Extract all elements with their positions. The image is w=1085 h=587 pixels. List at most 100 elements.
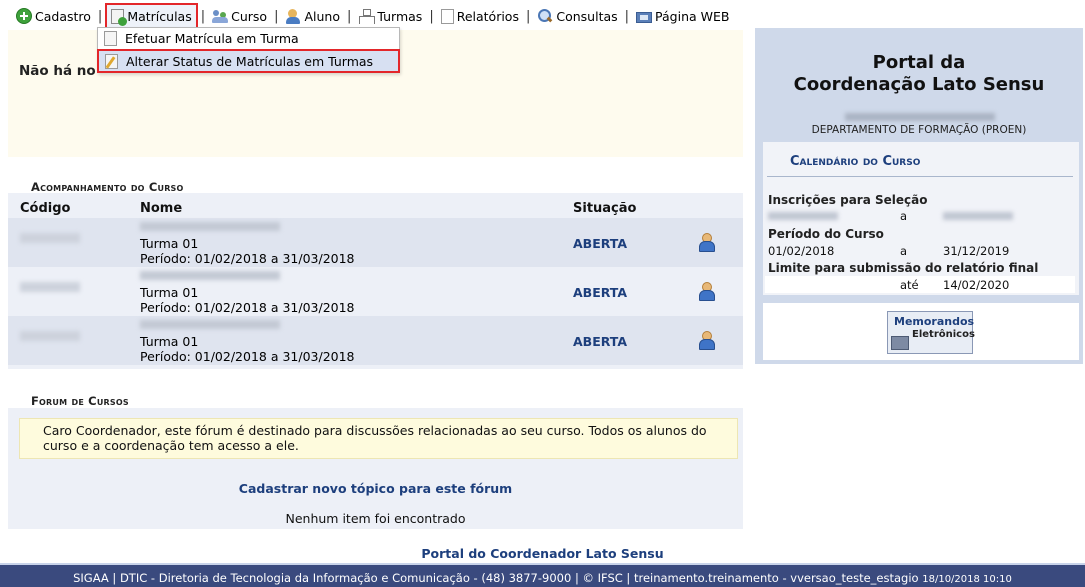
menu-aluno[interactable]: Aluno <box>281 4 344 28</box>
courses-section-title: Acompanhamento do Curso <box>31 180 184 194</box>
computer-icon <box>891 336 909 350</box>
matriculas-dropdown: Efetuar Matrícula em Turma Alterar Statu… <box>97 27 400 73</box>
periodo-end: 31/12/2019 <box>943 244 1010 258</box>
web-page-icon <box>636 11 653 23</box>
menu-relatorios-label: Relatórios <box>456 8 519 24</box>
redacted-date <box>943 212 1013 220</box>
inscricoes-separator: a <box>900 209 908 223</box>
dropdown-item-alterar-status[interactable]: Alterar Status de Matrículas em Turmas <box>97 49 400 73</box>
notice-text: Não há no <box>19 63 96 79</box>
limite-separator: até <box>900 278 919 292</box>
menu-separator: | <box>200 8 206 24</box>
portal-title: Portal da Coordenação Lato Sensu <box>755 52 1083 96</box>
menu-separator: | <box>97 8 103 24</box>
footer-timestamp: 18/10/2018 10:10 <box>922 574 1012 585</box>
forum-message: Caro Coordenador, este fórum é destinado… <box>19 418 738 459</box>
redacted-code <box>20 233 80 243</box>
menu-aluno-label: Aluno <box>304 8 340 24</box>
org-tree-icon <box>358 8 376 24</box>
menu-matriculas[interactable]: Matrículas <box>105 3 198 29</box>
menu-separator: | <box>346 8 352 24</box>
menu-curso-label: Curso <box>231 8 268 24</box>
memo-label-line2: Eletrônicos <box>912 329 975 340</box>
periodo-separator: a <box>900 244 908 258</box>
dropdown-item-label: Alterar Status de Matrículas em Turmas <box>126 53 374 69</box>
forum-section-title: Forum de Cursos <box>31 394 129 408</box>
divider <box>767 176 1073 177</box>
limite-date: 14/02/2020 <box>943 278 1010 292</box>
people-icon <box>212 8 229 24</box>
table-row: Turma 01 Período: 01/02/2018 a 31/03/201… <box>8 267 743 316</box>
portal-link-container: Portal do Coordenador Lato Sensu <box>0 546 1085 561</box>
footer: SIGAA | DTIC - Diretoria de Tecnologia d… <box>0 563 1085 587</box>
calendar-box: Calendário do Curso Inscrições para Sele… <box>763 142 1079 295</box>
department-name: DEPARTAMENTO DE FORMAÇÃO (PROEN) <box>811 124 1027 136</box>
portal-title-line2: Coordenação Lato Sensu <box>793 74 1045 95</box>
footer-text: SIGAA | DTIC - Diretoria de Tecnologia d… <box>73 571 919 585</box>
forum-box: Caro Coordenador, este fórum é destinado… <box>8 408 743 529</box>
menu-consultas-label: Consultas <box>556 8 618 24</box>
redacted-course-name <box>845 113 995 121</box>
student-icon <box>285 8 301 24</box>
portal-title-line1: Portal da <box>872 52 966 73</box>
menu-pagina-web[interactable]: Página WEB <box>632 4 733 28</box>
main-menu-bar: Cadastro | Matrículas | Curso | Aluno | … <box>0 3 1085 29</box>
menu-separator: | <box>525 8 531 24</box>
column-header-code: Código <box>20 201 71 216</box>
row-turma: Turma 01 <box>140 334 199 349</box>
menu-consultas[interactable]: Consultas <box>533 4 621 28</box>
limite-label: Limite para submissão do relatório final <box>768 261 1039 275</box>
menu-separator: | <box>429 8 434 24</box>
limite-row <box>765 276 1075 293</box>
menu-relatorios[interactable]: Relatórios <box>437 4 523 28</box>
portal-sidebar: Portal da Coordenação Lato Sensu DEPARTA… <box>755 28 1083 364</box>
row-turma: Turma 01 <box>140 285 199 300</box>
column-header-name: Nome <box>140 201 183 216</box>
memorandos-button[interactable]: Memorandos Eletrônicos <box>887 311 975 354</box>
search-icon <box>537 8 553 24</box>
forum-empty-text: Nenhum item foi encontrado <box>285 511 466 526</box>
dropdown-item-label: Efetuar Matrícula em Turma <box>125 31 299 46</box>
menu-cadastro-label: Cadastro <box>35 8 91 24</box>
memo-box: Memorandos Eletrônicos <box>763 303 1079 360</box>
menu-curso[interactable]: Curso <box>208 4 271 28</box>
periodo-start: 01/02/2018 <box>768 244 835 258</box>
menu-separator: | <box>274 8 279 24</box>
menu-turmas-label: Turmas <box>377 8 423 24</box>
row-periodo: Período: 01/02/2018 a 31/03/2018 <box>140 349 355 364</box>
menu-separator: | <box>624 8 630 24</box>
menu-turmas[interactable]: Turmas <box>354 4 426 28</box>
redacted-name <box>140 222 280 231</box>
memo-label-line1: Memorandos <box>894 315 975 328</box>
document-add-icon <box>111 8 128 26</box>
row-status-link[interactable]: ABERTA <box>573 334 627 349</box>
row-status-link[interactable]: ABERTA <box>573 285 627 300</box>
page-icon <box>440 8 454 24</box>
row-status-link[interactable]: ABERTA <box>573 236 627 251</box>
user-icon[interactable] <box>698 233 715 252</box>
courses-table: Código Nome Situação Turma 01 Período: 0… <box>8 193 743 369</box>
row-periodo: Período: 01/02/2018 a 31/03/2018 <box>140 300 355 315</box>
portal-coordenador-link[interactable]: Portal do Coordenador Lato Sensu <box>421 546 663 561</box>
menu-pagina-web-label: Página WEB <box>655 8 730 24</box>
redacted-date <box>768 212 838 220</box>
table-row: Turma 01 Período: 01/02/2018 a 31/03/201… <box>8 218 743 267</box>
new-topic-link[interactable]: Cadastrar novo tópico para este fórum <box>8 481 743 496</box>
edit-document-icon <box>105 53 118 69</box>
document-icon <box>104 31 117 46</box>
user-icon[interactable] <box>698 331 715 350</box>
column-header-status: Situação <box>573 201 637 216</box>
add-circle-icon <box>16 8 32 24</box>
inscricoes-label: Inscrições para Seleção <box>768 193 928 207</box>
row-periodo: Período: 01/02/2018 a 31/03/2018 <box>140 251 355 266</box>
redacted-code <box>20 282 80 292</box>
user-icon[interactable] <box>698 282 715 301</box>
table-row: Turma 01 Período: 01/02/2018 a 31/03/201… <box>8 316 743 365</box>
redacted-code <box>20 331 80 341</box>
calendar-title: Calendário do Curso <box>790 154 921 169</box>
redacted-name <box>140 320 280 329</box>
menu-cadastro[interactable]: Cadastro <box>12 4 95 28</box>
row-turma: Turma 01 <box>140 236 199 251</box>
redacted-name <box>140 271 280 280</box>
dropdown-item-efetuar-matricula[interactable]: Efetuar Matrícula em Turma <box>98 28 399 49</box>
